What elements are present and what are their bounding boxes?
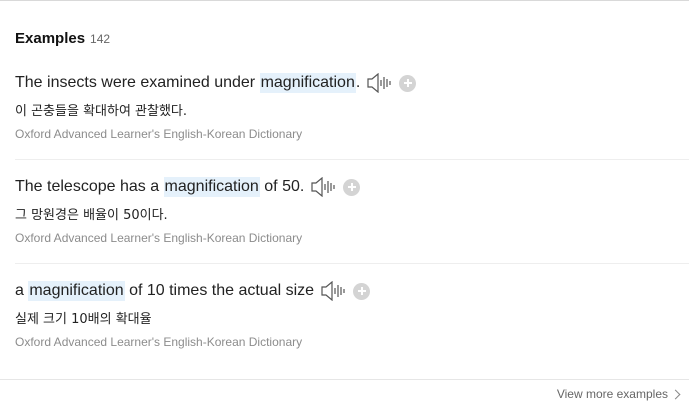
sentence-text-before: The insects were examined under	[15, 74, 260, 91]
example-translation: 실제 크기 10배의 확대율	[15, 312, 152, 327]
examples-header: Examples 142	[15, 30, 110, 47]
example-source: Oxford Advanced Learner's English-Korean…	[15, 231, 303, 245]
example-divider	[15, 159, 689, 160]
sentence-text-before: a	[15, 282, 29, 299]
example-translation: 이 곤충들을 확대하여 관찰했다.	[15, 104, 188, 119]
sentence-text-after: of 10 times the actual size	[124, 282, 315, 299]
speaker-icon[interactable]	[366, 72, 392, 94]
plus-icon[interactable]	[343, 178, 361, 196]
speaker-icon[interactable]	[320, 280, 346, 302]
example-sentence: a magnification of 10 times the actual s…	[15, 280, 371, 302]
sentence-text-before: The telescope has a	[15, 178, 164, 195]
highlighted-term: magnification	[28, 281, 125, 301]
sentence-text-after: .	[355, 74, 361, 91]
plus-icon[interactable]	[399, 74, 417, 92]
example-translation: 그 망원경은 배율이 50이다.	[15, 208, 168, 223]
example-item: The insects were examined under magnific…	[0, 72, 689, 177]
view-more-label: View more examples	[556, 387, 668, 401]
speaker-icon[interactable]	[310, 176, 336, 198]
highlighted-term: magnification	[163, 177, 260, 197]
example-divider	[15, 263, 689, 264]
example-item: a magnification of 10 times the actual s…	[0, 280, 689, 385]
example-sentence: The insects were examined under magnific…	[15, 72, 417, 94]
example-count: 142	[90, 32, 111, 46]
section-title: Examples	[15, 30, 86, 47]
example-item: The telescope has a magnification of 50.…	[0, 176, 689, 281]
view-more-examples-link[interactable]: View more examples	[556, 387, 681, 401]
sentence-text-after: of 50.	[259, 178, 305, 195]
example-sentence: The telescope has a magnification of 50.	[15, 176, 361, 198]
top-divider	[0, 0, 689, 1]
footer-divider	[0, 379, 689, 380]
chevron-right-icon	[670, 389, 681, 399]
highlighted-term: magnification	[259, 73, 356, 93]
plus-icon[interactable]	[353, 282, 371, 300]
example-source: Oxford Advanced Learner's English-Korean…	[15, 127, 303, 141]
example-source: Oxford Advanced Learner's English-Korean…	[15, 335, 303, 349]
